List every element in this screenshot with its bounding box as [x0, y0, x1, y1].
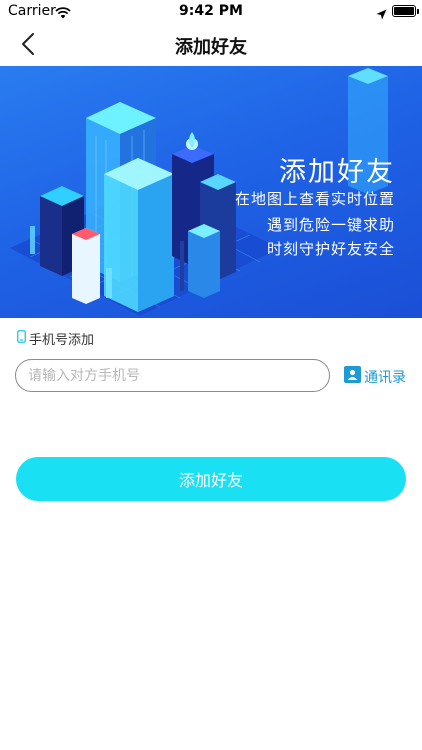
battery-icon: [392, 5, 419, 17]
banner-line-1: 在地图上查看实时位置: [234, 190, 395, 208]
banner-image: 添加好友 在地图上查看实时位置 遇到危险一键求助 时刻守护好友安全: [0, 66, 422, 318]
page-title: 添加好友: [175, 37, 247, 58]
nav-bar: 添加好友: [0, 22, 422, 66]
contacts-label: 通讯录: [364, 369, 406, 386]
add-friend-button[interactable]: 添加好友: [16, 457, 406, 501]
banner-title: 添加好友: [279, 157, 395, 188]
contacts-book-icon: [344, 366, 361, 387]
phone-number-input[interactable]: [15, 359, 330, 392]
banner-line-3: 时刻守护好友安全: [266, 240, 395, 258]
phone-icon: [17, 330, 26, 347]
phone-add-label: 手机号添加: [17, 329, 94, 348]
status-time: 9:42 PM: [179, 3, 243, 19]
phone-add-label-text: 手机号添加: [29, 333, 95, 348]
status-bar: Carrier 9:42 PM: [0, 0, 422, 22]
contacts-button[interactable]: 通讯录: [344, 366, 406, 387]
banner-line-2: 遇到危险一键求助: [266, 216, 395, 234]
